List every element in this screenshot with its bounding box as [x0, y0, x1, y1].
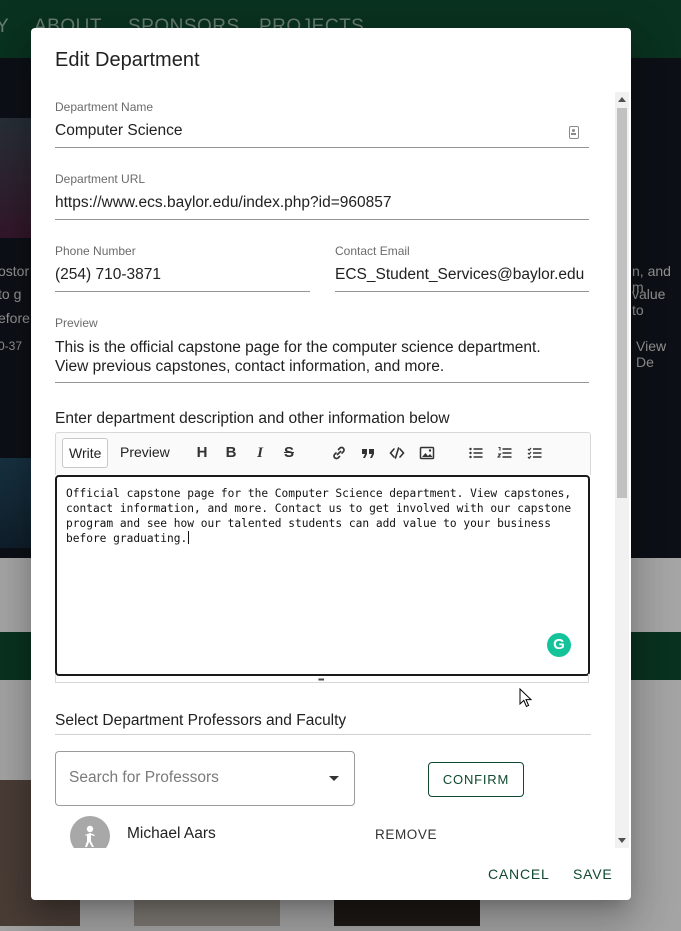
scrollbar-thumb[interactable] [617, 108, 627, 498]
checked-list-icon[interactable] [523, 441, 547, 465]
description-textarea[interactable]: Official capstone page for the Computer … [55, 475, 590, 676]
field-label: Preview [55, 316, 98, 330]
edit-department-dialog: Edit Department Department Name Computer… [31, 28, 631, 900]
phone-number-field[interactable]: Phone Number (254) 710-3871 [55, 244, 310, 292]
markdown-toolbar: Write Preview H B I S [55, 432, 591, 475]
editor-resize-handle[interactable]: ▪▪▪ [55, 674, 589, 684]
avatar [70, 816, 110, 848]
save-button[interactable]: SAVE [573, 866, 613, 882]
link-icon[interactable] [327, 441, 351, 465]
mouse-cursor-icon [519, 688, 533, 708]
scroll-down-icon[interactable] [618, 838, 626, 843]
department-name-input[interactable]: Computer Science [55, 122, 183, 140]
chevron-down-icon[interactable] [329, 776, 339, 781]
contact-email-input[interactable]: ECS_Student_Services@baylor.edu [335, 266, 584, 284]
text-caret [188, 531, 190, 544]
description-text: Official capstone page for the Computer … [66, 487, 572, 545]
description-label: Enter department description and other i… [55, 410, 450, 427]
department-url-field[interactable]: Department URL https://www.ecs.baylor.ed… [55, 172, 589, 220]
bold-icon[interactable]: B [219, 441, 243, 465]
person-icon [85, 825, 95, 847]
dialog-content: Department Name Computer Science Departm… [55, 92, 591, 848]
professor-name: Michael Aars [127, 825, 216, 842]
dialog-scrollbar[interactable] [615, 92, 629, 848]
dialog-actions: CANCEL SAVE [31, 848, 631, 900]
department-name-field[interactable]: Department Name Computer Science [55, 100, 589, 148]
code-icon[interactable] [385, 441, 409, 465]
scroll-up-icon[interactable] [618, 97, 626, 102]
preview-input[interactable]: This is the official capstone page for t… [55, 338, 575, 376]
quote-icon[interactable] [356, 441, 380, 465]
image-icon[interactable] [415, 441, 439, 465]
strikethrough-icon[interactable]: S [277, 441, 301, 465]
phone-number-input[interactable]: (254) 710-3871 [55, 266, 161, 284]
dialog-title: Edit Department [55, 49, 200, 71]
ordered-list-icon[interactable] [493, 441, 517, 465]
grip-icon: ▪▪▪ [318, 675, 324, 684]
cancel-button[interactable]: CANCEL [488, 866, 550, 882]
remove-professor-button[interactable]: REMOVE [375, 827, 437, 842]
unordered-list-icon[interactable] [464, 441, 488, 465]
tab-preview[interactable]: Preview [114, 438, 176, 466]
professor-search-select[interactable]: Search for Professors [55, 751, 355, 806]
field-label: Contact Email [335, 244, 410, 258]
field-label: Phone Number [55, 244, 136, 258]
contact-email-field[interactable]: Contact Email ECS_Student_Services@baylo… [335, 244, 589, 292]
italic-icon[interactable]: I [248, 441, 272, 465]
field-label: Department URL [55, 172, 146, 186]
professors-label: Select Department Professors and Faculty [55, 712, 347, 729]
search-placeholder: Search for Professors [69, 769, 219, 786]
preview-field[interactable]: Preview This is the official capstone pa… [55, 316, 589, 383]
divider [55, 734, 591, 735]
field-label: Department Name [55, 100, 154, 114]
department-url-input[interactable]: https://www.ecs.baylor.edu/index.php?id=… [55, 194, 392, 212]
confirm-button[interactable]: CONFIRM [428, 762, 524, 797]
contact-card-icon [569, 126, 579, 139]
list-item: Michael Aars REMOVE [55, 812, 591, 848]
header-icon[interactable]: H [190, 441, 214, 465]
tab-write[interactable]: Write [62, 438, 109, 468]
grammarly-icon[interactable]: G [547, 633, 571, 657]
